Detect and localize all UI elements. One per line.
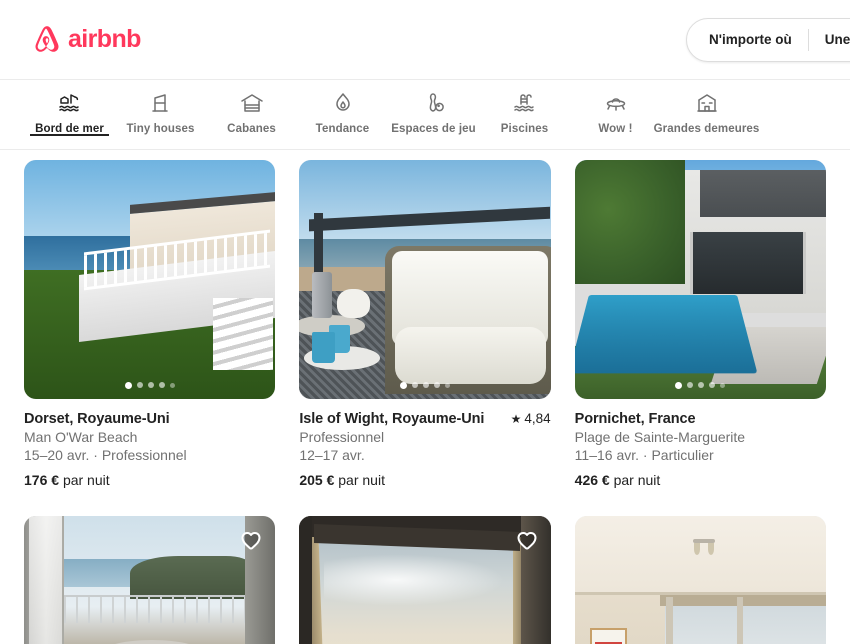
listing-photo-carousel[interactable] (299, 515, 551, 644)
carousel-dot[interactable] (169, 382, 175, 388)
listing-price: 426 € (574, 471, 610, 488)
listings-area: Dorset, Royaume-Uni Man O'War Beach 15–2… (0, 150, 850, 644)
category-tiny-houses[interactable]: Tiny houses (115, 80, 206, 135)
favorite-heart-icon[interactable] (239, 528, 263, 552)
carousel-dot[interactable] (411, 382, 418, 389)
listing-card[interactable]: Isle of Wight, Royaume-Uni ★ 4,84 Profes… (299, 160, 551, 488)
carousel-dot[interactable] (399, 381, 407, 389)
category-label: Wow ! (598, 123, 633, 135)
listing-price-unit: par nuit (62, 471, 110, 488)
category-label: Piscines (500, 123, 549, 135)
carousel-dots[interactable] (575, 381, 826, 389)
category-espaces-de-jeu[interactable]: Espaces de jeu (388, 80, 479, 135)
listing-card[interactable] (24, 515, 276, 644)
carousel-dot[interactable] (698, 382, 705, 389)
tiny-house-icon (148, 90, 174, 116)
flame-icon (330, 90, 356, 116)
listing-photo-carousel[interactable] (299, 160, 551, 399)
terrace-sofa-sea-view-photo (299, 160, 551, 399)
airbnb-wordmark: airbnb (68, 25, 141, 53)
listing-price-unit: par nuit (338, 471, 385, 488)
carousel-dot[interactable] (444, 382, 450, 388)
category-label: Bord de mer (35, 123, 104, 135)
listing-card[interactable]: Pornichet, France Plage de Sainte-Margue… (574, 160, 826, 488)
carousel-dot[interactable] (433, 382, 440, 389)
listing-title: Pornichet, France (574, 410, 696, 427)
listing-rating: ★ 4,84 (511, 411, 551, 426)
listing-subtitle: Man O'War Beach (24, 428, 138, 445)
listing-title: Dorset, Royaume-Uni (24, 410, 170, 427)
carousel-dot[interactable] (136, 382, 143, 389)
listing-info: Pornichet, France Plage de Sainte-Margue… (575, 399, 826, 488)
listing-photo-carousel[interactable] (574, 160, 826, 399)
room-sliding-doors-photo (574, 515, 826, 644)
category-label: Cabanes (227, 123, 276, 135)
balcony-table-sea-view-photo (24, 515, 276, 644)
category-label: Grandes demeures (653, 123, 760, 135)
listing-price-row: 426 € par nuit (575, 472, 826, 488)
carousel-dots[interactable] (24, 381, 275, 389)
listing-subtitle: Professionnel (299, 428, 385, 445)
listing-title: Isle of Wight, Royaume-Uni (299, 410, 485, 427)
listing-photo-carousel[interactable] (24, 515, 276, 644)
carousel-dot[interactable] (124, 381, 132, 389)
category-label: Tiny houses (126, 123, 195, 135)
carousel-dot[interactable] (422, 382, 429, 389)
category-nav: Bord de mer Tiny houses Cabanes Tendance (0, 80, 850, 150)
listing-photo-carousel[interactable] (24, 160, 276, 399)
carousel-dots[interactable] (299, 381, 550, 389)
listing-photo-carousel[interactable] (574, 515, 826, 644)
beachfront-icon (57, 90, 83, 116)
listing-dates: 15–20 avr. · Professionnel (24, 446, 187, 463)
listing-price-row: 205 € par nuit (299, 472, 550, 488)
listing-info: Isle of Wight, Royaume-Uni ★ 4,84 Profes… (299, 399, 550, 488)
airbnb-bel-logo-icon (32, 24, 62, 56)
star-icon: ★ (510, 411, 522, 426)
row-spacer (24, 488, 826, 516)
listing-price-unit: par nuit (613, 471, 661, 488)
carousel-dot[interactable] (147, 382, 154, 389)
search-where-segment[interactable]: N'importe où (687, 18, 808, 62)
category-label: Espaces de jeu (391, 123, 476, 135)
listing-price: 176 € (24, 471, 60, 488)
listing-dates: 11–16 avr. · Particulier (574, 446, 714, 463)
carousel-dot[interactable] (158, 382, 165, 389)
seaside-caravan-deck-photo (24, 160, 276, 399)
listing-price-row: 176 € par nuit (24, 472, 275, 488)
listing-card[interactable] (574, 515, 826, 644)
bowling-pin-icon (421, 90, 447, 116)
category-label: Tendance (315, 123, 370, 135)
cabin-icon (239, 90, 265, 116)
listing-dates: 12–17 avr. (299, 446, 365, 463)
category-cabanes[interactable]: Cabanes (206, 80, 297, 135)
modern-villa-pool-photo (574, 160, 826, 399)
search-when-segment[interactable]: Une (809, 18, 850, 62)
listing-info: Dorset, Royaume-Uni Man O'War Beach 15–2… (24, 399, 275, 488)
ufo-icon (603, 90, 629, 116)
favorite-heart-icon[interactable] (515, 528, 539, 552)
pool-ladder-icon (512, 90, 538, 116)
carousel-dot[interactable] (687, 382, 694, 389)
listing-card[interactable] (299, 515, 551, 644)
listing-price: 205 € (299, 471, 335, 488)
listing-subtitle: Plage de Sainte-Marguerite (574, 428, 746, 445)
category-grandes-demeures[interactable]: Grandes demeures (654, 80, 759, 135)
carousel-dot[interactable] (709, 382, 716, 389)
carousel-dot[interactable] (675, 381, 683, 389)
mansion-icon (694, 90, 720, 116)
category-tendance[interactable]: Tendance (297, 80, 388, 135)
site-header: airbnb N'importe où Une (0, 0, 850, 80)
airbnb-logo[interactable]: airbnb (32, 24, 141, 56)
category-bord-de-mer[interactable]: Bord de mer (24, 80, 115, 136)
category-piscines[interactable]: Piscines (479, 80, 570, 135)
search-bar[interactable]: N'importe où Une (686, 18, 850, 62)
carousel-dot[interactable] (720, 382, 726, 388)
listings-grid: Dorset, Royaume-Uni Man O'War Beach 15–2… (24, 150, 826, 644)
category-wow[interactable]: Wow ! (570, 80, 661, 135)
rating-value: 4,84 (524, 411, 551, 427)
beach-through-window-photo (299, 515, 551, 644)
listing-card[interactable]: Dorset, Royaume-Uni Man O'War Beach 15–2… (24, 160, 276, 488)
